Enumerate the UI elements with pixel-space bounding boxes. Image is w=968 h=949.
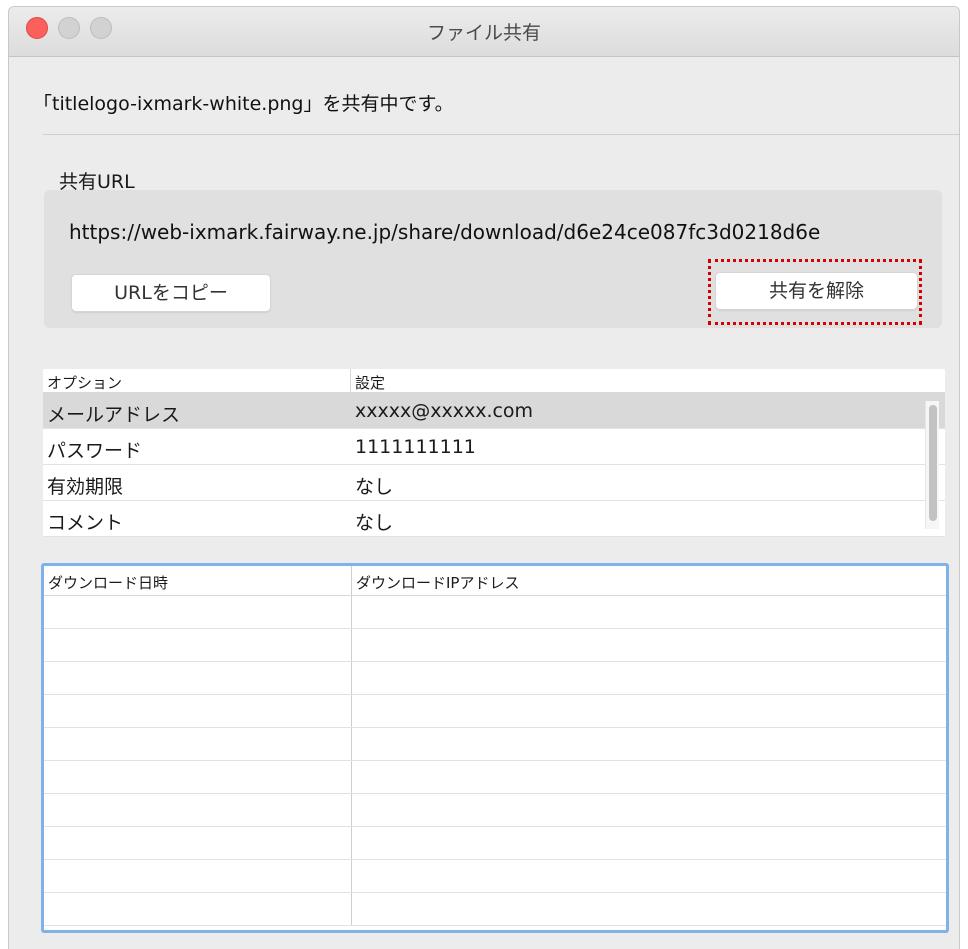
title-bar: ファイル共有 — [9, 7, 959, 57]
table-row[interactable] — [44, 827, 946, 860]
download-ip-column-header[interactable]: ダウンロードIPアドレス — [352, 566, 946, 595]
options-table: オプション 設定 メールアドレス xxxxx@xxxxx.com パスワード 1… — [43, 369, 945, 537]
share-url-panel: https://web-ixmark.fairway.ne.jp/share/d… — [44, 190, 942, 328]
table-row[interactable] — [44, 893, 946, 926]
table-row[interactable] — [44, 860, 946, 893]
option-row-expiry[interactable]: 有効期限 なし — [43, 465, 945, 501]
copy-url-button[interactable]: URLをコピー — [71, 274, 271, 312]
window-title: ファイル共有 — [426, 22, 541, 44]
sharing-status-text: 「titlelogo-ixmark-white.png」を共有中です。 — [33, 93, 454, 115]
settings-column-header[interactable]: 設定 — [351, 369, 945, 392]
option-value: なし — [355, 476, 394, 498]
table-row[interactable] — [44, 794, 946, 827]
option-name: コメント — [47, 512, 124, 534]
option-name: 有効期限 — [47, 476, 124, 498]
table-row[interactable] — [44, 596, 946, 629]
download-datetime-column-header[interactable]: ダウンロード日時 — [44, 566, 352, 595]
table-row[interactable] — [44, 662, 946, 695]
option-row-comment[interactable]: コメント なし — [43, 501, 945, 537]
options-scrollbar[interactable] — [925, 401, 939, 529]
table-row[interactable] — [44, 761, 946, 794]
option-value: xxxxx@xxxxx.com — [355, 400, 534, 422]
download-history-table[interactable]: ダウンロード日時 ダウンロードIPアドレス — [41, 563, 949, 933]
option-row-password[interactable]: パスワード 1111111111 — [43, 429, 945, 465]
option-value: 1111111111 — [355, 436, 476, 458]
unshare-button[interactable]: 共有を解除 — [715, 272, 918, 310]
share-url-text[interactable]: https://web-ixmark.fairway.ne.jp/share/d… — [69, 220, 929, 244]
options-scrollbar-thumb[interactable] — [929, 405, 937, 521]
table-row[interactable] — [44, 695, 946, 728]
options-table-header: オプション 設定 — [43, 369, 945, 393]
option-name: パスワード — [47, 440, 143, 462]
table-row[interactable] — [44, 728, 946, 761]
option-value: なし — [355, 512, 394, 534]
download-table-header: ダウンロード日時 ダウンロードIPアドレス — [44, 566, 946, 596]
file-share-window: ファイル共有 「titlelogo-ixmark-white.png」を共有中で… — [8, 6, 960, 949]
options-column-header[interactable]: オプション — [43, 369, 351, 392]
option-row-email[interactable]: メールアドレス xxxxx@xxxxx.com — [43, 393, 945, 429]
option-name: メールアドレス — [47, 404, 181, 426]
table-row[interactable] — [44, 629, 946, 662]
divider — [43, 134, 959, 135]
